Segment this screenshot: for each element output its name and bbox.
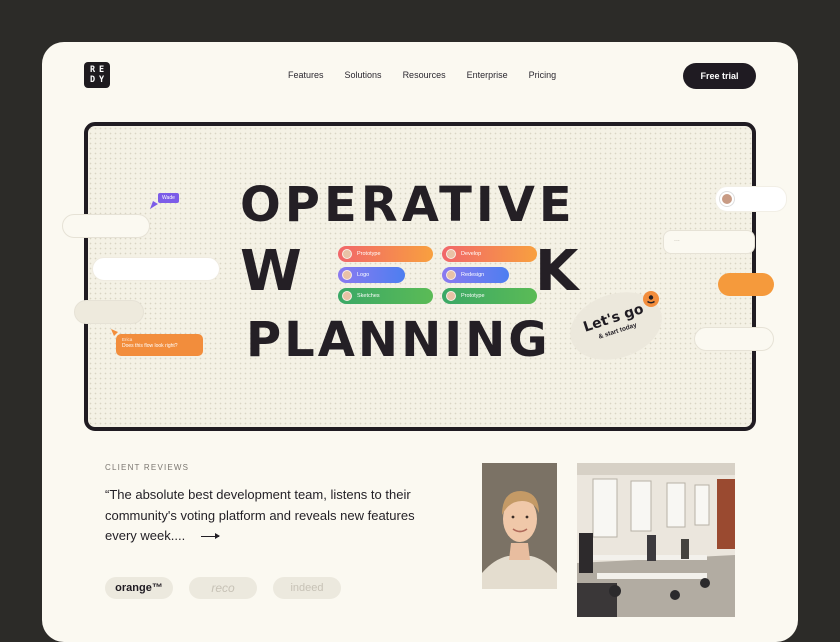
main-nav: Features Solutions Resources Enterprise … xyxy=(288,70,556,80)
task-label: Prototype xyxy=(357,251,381,257)
avatar xyxy=(342,270,352,280)
comment-author: Erica xyxy=(122,337,133,342)
hero-title-w: W xyxy=(240,239,305,304)
task-label: Sketches xyxy=(357,293,380,299)
arrow-right-icon[interactable] xyxy=(200,533,220,540)
portrait-image xyxy=(482,463,557,589)
avatar xyxy=(446,291,456,301)
task-label: Redesign xyxy=(461,272,485,278)
nav-item-pricing[interactable]: Pricing xyxy=(529,70,557,80)
office-photo xyxy=(577,463,735,617)
cursor-icon xyxy=(150,201,158,209)
task-chip[interactable]: Prototype xyxy=(338,246,433,262)
nav-item-resources[interactable]: Resources xyxy=(403,70,446,80)
placeholder-card xyxy=(694,327,774,351)
cursor-icon xyxy=(111,329,118,336)
review-quote-text: “The absolute best development team, lis… xyxy=(105,487,415,543)
nav-item-enterprise[interactable]: Enterprise xyxy=(467,70,508,80)
logo-letter: D xyxy=(89,74,96,85)
smile-icon xyxy=(643,291,659,307)
logo-letter: E xyxy=(98,64,105,75)
avatar xyxy=(342,249,352,259)
user-card xyxy=(715,186,787,212)
section-label: CLIENT REVIEWS xyxy=(105,463,190,472)
nav-item-solutions[interactable]: Solutions xyxy=(345,70,382,80)
dots-text: ... xyxy=(674,236,680,243)
accent-pill[interactable] xyxy=(718,273,774,296)
task-chip[interactable]: Logo xyxy=(338,267,405,283)
hero-title-line3: PLANNING xyxy=(246,312,551,368)
comment-bubble[interactable]: Erica Does this flow look right? xyxy=(116,334,203,356)
cursor-tag: Wade xyxy=(158,193,179,203)
task-chip[interactable]: Sketches xyxy=(338,288,433,304)
nav-item-features[interactable]: Features xyxy=(288,70,324,80)
hero-title-k: K xyxy=(535,239,582,304)
client-logo-orange[interactable]: orange™ xyxy=(105,577,173,599)
comment-text: Does this flow look right? xyxy=(122,342,178,349)
free-trial-button[interactable]: Free trial xyxy=(683,63,756,89)
avatar xyxy=(446,270,456,280)
avatar xyxy=(720,192,734,206)
task-chip[interactable]: Redesign xyxy=(442,267,509,283)
avatar xyxy=(342,291,352,301)
task-label: Develop xyxy=(461,251,482,257)
client-logo-reco[interactable]: reco xyxy=(189,577,257,599)
hero-title-line1: OPERATIVE xyxy=(240,177,576,233)
task-chip[interactable]: Develop xyxy=(442,246,537,262)
avatar xyxy=(446,249,456,259)
client-logo-indeed[interactable]: indeed xyxy=(273,577,341,599)
placeholder-card xyxy=(92,257,220,281)
input-card: ... xyxy=(663,230,755,254)
task-label: Prototype xyxy=(461,293,485,299)
brand-logo[interactable]: R E D Y xyxy=(84,62,110,88)
logo-letter: Y xyxy=(98,74,105,85)
logo-letter: R xyxy=(89,64,96,75)
task-chip[interactable]: Prototype xyxy=(442,288,537,304)
landing-page: R E D Y Features Solutions Resources Ent… xyxy=(42,42,798,642)
hero-banner: OPERATIVE W K PLANNING Prototype Develop… xyxy=(62,122,756,431)
reviewer-photo xyxy=(482,463,557,589)
task-label: Logo xyxy=(357,272,370,278)
review-quote: “The absolute best development team, lis… xyxy=(105,485,415,547)
placeholder-card xyxy=(62,214,150,238)
placeholder-card xyxy=(74,300,144,324)
office-image xyxy=(577,463,735,617)
